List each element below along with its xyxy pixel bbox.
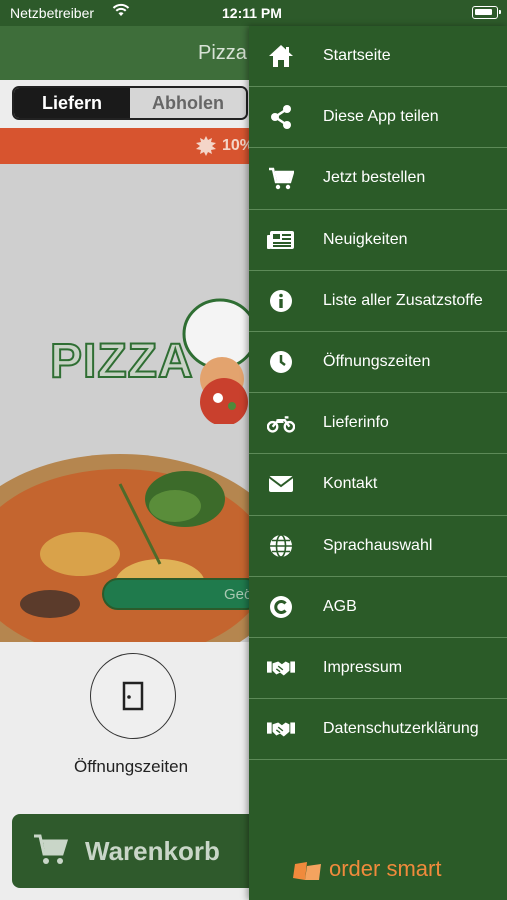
- menu-item-kontakt[interactable]: Kontakt: [249, 454, 507, 516]
- pizza-photo: [0, 454, 250, 642]
- pizza-logo-text: PIZZA: [49, 334, 194, 389]
- menu-item-lieferinfo[interactable]: Lieferinfo: [249, 393, 507, 455]
- menu-label: Impressum: [323, 658, 403, 676]
- menu-item-oeffnungszeiten[interactable]: Öffnungszeiten: [249, 332, 507, 394]
- chef-illustration: [182, 298, 250, 424]
- carrier-name: Netzbetreiber: [10, 5, 95, 21]
- order-smart-logo-icon: [293, 862, 321, 880]
- menu-item-diese-app-teilen[interactable]: Diese App teilen: [249, 87, 507, 149]
- cart-icon: [267, 165, 295, 191]
- cart-label: Warenkorb: [85, 836, 220, 866]
- status-pill-text: Geö: [224, 586, 250, 603]
- menu-item-neuigkeiten[interactable]: Neuigkeiten: [249, 210, 507, 271]
- tab-abholen[interactable]: Abholen: [130, 88, 246, 118]
- menu-label: Diese App teilen: [323, 108, 439, 126]
- menu-label: Startseite: [323, 47, 391, 65]
- promo-banner[interactable]: 10%: [0, 128, 254, 164]
- home-icon: [267, 43, 295, 69]
- hero-image: PIZZA Geö: [0, 164, 250, 642]
- menu-item-zusatzstoffe[interactable]: Liste aller Zusatzstoffe: [249, 271, 507, 332]
- tab-liefern[interactable]: Liefern: [14, 88, 130, 118]
- share-icon: [267, 104, 295, 130]
- menu-label: AGB: [323, 597, 357, 615]
- handshake-icon: [267, 655, 295, 681]
- menu-label: Öffnungszeiten: [323, 353, 431, 371]
- cart-icon: [34, 834, 68, 864]
- opening-hours-button[interactable]: [90, 653, 176, 739]
- menu-item-impressum[interactable]: Impressum: [249, 638, 507, 700]
- menu-item-startseite[interactable]: Startseite: [249, 26, 507, 88]
- door-icon: [122, 681, 144, 711]
- handshake-icon: [267, 716, 295, 742]
- globe-icon: [267, 533, 295, 559]
- status-bar: Netzbetreiber 12:11 PM: [0, 0, 507, 26]
- clock-icon: [267, 349, 295, 375]
- wifi-icon: [112, 3, 130, 16]
- motorcycle-icon: [267, 410, 295, 436]
- newspaper-icon: [267, 227, 295, 253]
- order-type-toggle[interactable]: Liefern Abholen: [12, 86, 248, 120]
- menu-label: Jetzt bestellen: [323, 169, 426, 187]
- menu-item-datenschutzerklaerung[interactable]: Datenschutzerklärung: [249, 699, 507, 761]
- menu-label: Sprachauswahl: [323, 536, 433, 554]
- app-title: Pizza: [198, 42, 247, 64]
- menu-label: Kontakt: [323, 475, 378, 493]
- status-time: 12:11 PM: [222, 5, 282, 21]
- copyright-icon: [267, 594, 295, 620]
- menu-label: Liste aller Zusatzstoffe: [323, 291, 483, 309]
- menu-item-agb[interactable]: AGB: [249, 577, 507, 638]
- menu-label: Datenschutzerklärung: [323, 720, 479, 738]
- info-icon: [267, 288, 295, 314]
- opening-hours-label: Öffnungszeiten: [74, 757, 189, 776]
- envelope-icon: [267, 471, 295, 497]
- menu-label: Neuigkeiten: [323, 230, 408, 248]
- menu-label: Lieferinfo: [323, 414, 389, 432]
- cart-button[interactable]: Warenkorb: [12, 814, 262, 888]
- navigation-drawer: Startseite Diese App teilen Jetzt bestel…: [249, 26, 507, 900]
- order-smart-brand: order smart: [329, 856, 442, 881]
- discount-badge-icon: [196, 136, 216, 156]
- status-pill[interactable]: Geö: [102, 578, 250, 610]
- menu-item-jetzt-bestellen[interactable]: Jetzt bestellen: [249, 148, 507, 210]
- menu-item-sprachauswahl[interactable]: Sprachauswahl: [249, 516, 507, 577]
- battery-icon: [472, 6, 501, 19]
